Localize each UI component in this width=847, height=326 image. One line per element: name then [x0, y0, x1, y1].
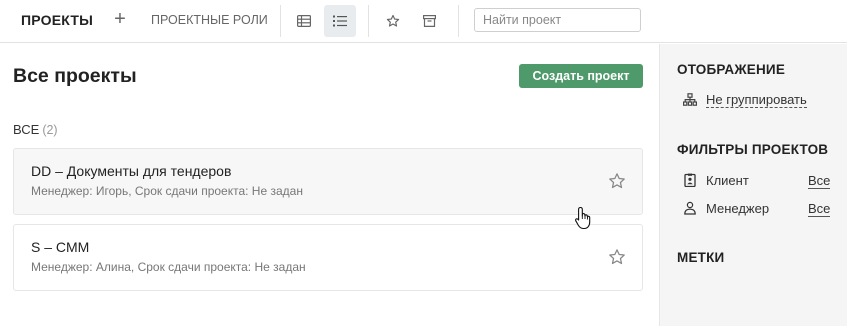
star-icon [386, 14, 400, 27]
list-view-icon [333, 15, 347, 27]
project-card[interactable]: S – CMM Менеджер: Алина, Срок сдачи прое… [13, 224, 643, 291]
client-badge-icon [684, 173, 696, 187]
hierarchy-icon [683, 93, 697, 106]
filter-manager: Менеджер [683, 199, 769, 217]
toolbar-divider [280, 5, 281, 37]
project-meta: Менеджер: Игорь, Срок сдачи проекта: Не … [31, 184, 303, 198]
filter-manager-value[interactable]: Все [808, 201, 831, 217]
project-search-input[interactable] [474, 8, 641, 32]
toolbar-divider [458, 5, 459, 37]
grouping-value[interactable]: Не группировать [706, 92, 807, 108]
filter-label: Менеджер [706, 200, 770, 216]
favorites-filter-button[interactable] [377, 5, 409, 37]
project-roles-link[interactable]: ПРОЕКТНЫЕ РОЛИ [151, 13, 268, 27]
group-count: (2) [42, 123, 58, 137]
top-toolbar: ПРОЕКТЫ + ПРОЕКТНЫЕ РОЛИ [0, 0, 847, 43]
filter-label: Клиент [706, 172, 749, 188]
person-icon [684, 201, 696, 215]
project-card[interactable]: DD – Документы для тендеров Менеджер: Иг… [13, 148, 643, 215]
tags-heading: МЕТКИ [677, 250, 725, 265]
project-title[interactable]: DD – Документы для тендеров [31, 163, 231, 179]
list-view-button[interactable] [324, 5, 356, 37]
display-heading: ОТОБРАЖЕНИЕ [677, 62, 786, 77]
page-title: Все проекты [13, 65, 137, 87]
filters-heading: ФИЛЬТРЫ ПРОЕКТОВ [677, 142, 829, 157]
add-project-icon[interactable]: + [110, 9, 130, 29]
archive-icon [422, 15, 436, 27]
filter-client: Клиент [683, 171, 749, 189]
toolbar-divider [368, 5, 369, 37]
table-view-icon [297, 15, 311, 27]
display-sidebar: ОТОБРАЖЕНИЕ Не группировать ФИЛЬТРЫ ПРОЕ… [659, 44, 847, 326]
group-header: ВСЕ (2) [13, 122, 58, 137]
star-outline-icon[interactable] [608, 248, 626, 266]
projects-main: Все проекты Создать проект ВСЕ (2) DD – Д… [0, 44, 659, 326]
project-title[interactable]: S – CMM [31, 239, 89, 255]
group-label: ВСЕ [13, 122, 40, 137]
star-outline-icon[interactable] [608, 172, 626, 190]
filter-client-value[interactable]: Все [808, 173, 831, 189]
table-view-button[interactable] [288, 5, 320, 37]
archive-button[interactable] [413, 5, 445, 37]
project-meta: Менеджер: Алина, Срок сдачи проекта: Не … [31, 260, 306, 274]
create-project-button[interactable]: Создать проект [519, 64, 643, 88]
section-title[interactable]: ПРОЕКТЫ [21, 12, 93, 28]
grouping-option[interactable]: Не группировать [683, 91, 807, 109]
